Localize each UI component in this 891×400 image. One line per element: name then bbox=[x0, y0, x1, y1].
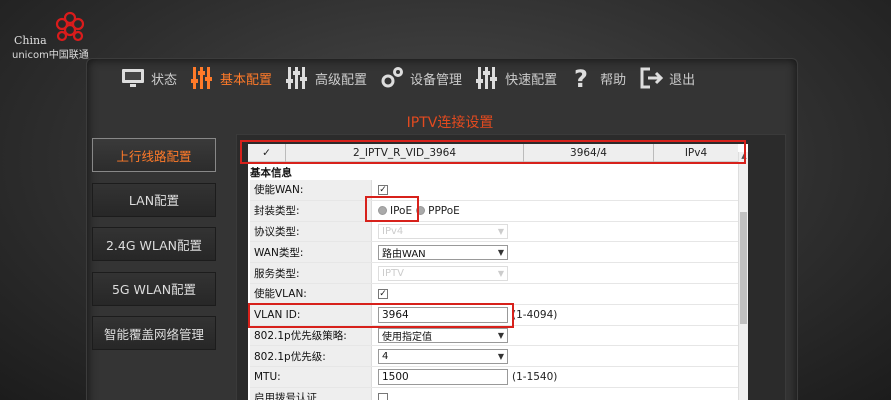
nav-help-label: 帮助 bbox=[600, 72, 627, 88]
gears-icon bbox=[381, 67, 404, 88]
enable-wan-label: 使能WAN: bbox=[250, 180, 372, 200]
service-type-select: IPTV ▼ bbox=[378, 265, 508, 281]
8021p-priority-label: 802.1p优先级: bbox=[250, 346, 372, 367]
service-type-value: IPTV bbox=[382, 267, 404, 279]
pppoe-radio[interactable] bbox=[416, 206, 426, 216]
chevron-down-icon: ▼ bbox=[497, 226, 504, 236]
row-enable-wan: 使能WAN: ✓ bbox=[250, 180, 738, 201]
wan-type-value: 路由WAN bbox=[382, 248, 426, 260]
svg-text:?: ? bbox=[574, 65, 588, 91]
sidebar-item-mesh[interactable]: 智能覆盖网络管理 bbox=[92, 316, 216, 350]
row-vlan-id: VLAN ID: 3964 (1-4094) bbox=[250, 304, 738, 326]
china-unicom-logo: China unicom中国联通 bbox=[12, 10, 112, 62]
protocol-label: 协议类型: bbox=[250, 221, 372, 242]
nav-logout-label: 退出 bbox=[669, 72, 696, 88]
mtu-input[interactable]: 1500 bbox=[378, 369, 508, 386]
monitor-icon bbox=[122, 69, 144, 87]
row-enable-vlan: 使能VLAN: ✓ bbox=[250, 283, 738, 305]
row-dial-auth: 启用拨号认证 bbox=[250, 387, 738, 400]
nav-advanced-config[interactable]: 高级配置 bbox=[284, 60, 367, 96]
nav-advanced-config-label: 高级配置 bbox=[315, 72, 368, 88]
chevron-down-icon: ▼ bbox=[497, 330, 504, 340]
nav-quick-config-label: 快速配置 bbox=[505, 72, 558, 88]
row-protocol: 协议类型: IPv4 ▼ bbox=[250, 221, 738, 243]
nav-basic-config[interactable]: 基本配置 bbox=[189, 60, 272, 96]
nav-logout[interactable]: 退出 bbox=[638, 60, 695, 96]
form-scrollbar[interactable]: ▲ bbox=[738, 152, 748, 400]
enable-vlan-label: 使能VLAN: bbox=[250, 283, 372, 304]
sidebar-item-lan[interactable]: LAN配置 bbox=[92, 182, 216, 217]
8021p-policy-value: 使用指定值 bbox=[382, 331, 432, 343]
8021p-policy-select[interactable]: 使用指定值 ▼ bbox=[378, 327, 508, 343]
sidebar-item-uplink[interactable]: 上行线路配置 bbox=[92, 138, 216, 172]
row-8021p-priority: 802.1p优先级: 4 ▼ bbox=[250, 346, 738, 368]
chevron-down-icon: ▼ bbox=[497, 247, 504, 257]
chevron-down-icon: ▼ bbox=[497, 351, 504, 361]
connection-row[interactable]: ✓ 2_IPTV_R_VID_3964 3964/4 IPv4 bbox=[248, 144, 738, 162]
wan-type-label: WAN类型: bbox=[250, 242, 372, 263]
connection-name: 2_IPTV_R_VID_3964 bbox=[286, 144, 524, 162]
section-title: 基本信息 bbox=[250, 167, 292, 179]
scroll-up-icon[interactable]: ▲ bbox=[739, 152, 749, 162]
connection-protocol: IPv4 bbox=[684, 147, 708, 159]
encap-label: 封装类型: bbox=[250, 200, 372, 221]
sidebar-item-wlan-24g[interactable]: 2.4G WLAN配置 bbox=[92, 227, 216, 261]
nav-device-management[interactable]: 设备管理 bbox=[379, 60, 462, 96]
nav-status[interactable]: 状态 bbox=[120, 60, 177, 96]
row-service-type: 服务类型: IPTV ▼ bbox=[250, 263, 738, 284]
nav-basic-config-label: 基本配置 bbox=[220, 72, 273, 88]
vlan-id-input[interactable]: 3964 bbox=[378, 306, 508, 323]
row-8021p-policy: 802.1p优先级策略: 使用指定值 ▼ bbox=[250, 325, 738, 347]
nav-status-label: 状态 bbox=[151, 72, 178, 88]
service-type-label: 服务类型: bbox=[250, 263, 372, 283]
sidebar-item-wlan-5g[interactable]: 5G WLAN配置 bbox=[92, 271, 216, 306]
8021p-policy-label: 802.1p优先级策略: bbox=[250, 325, 372, 346]
enable-wan-checkbox[interactable]: ✓ bbox=[378, 184, 388, 195]
connection-vlan: 3964/4 bbox=[524, 144, 654, 162]
sliders-icon bbox=[476, 67, 498, 89]
sidebar: 上行线路配置 LAN配置 2.4G WLAN配置 5G WLAN配置 智能覆盖网… bbox=[92, 138, 216, 361]
vlan-id-label: VLAN ID: bbox=[250, 304, 372, 325]
dial-auth-label: 启用拨号认证 bbox=[250, 387, 372, 400]
nav-help[interactable]: ? 帮助 bbox=[569, 60, 626, 96]
page-title: IPTV连接设置 bbox=[406, 115, 494, 131]
8021p-priority-value: 4 bbox=[382, 350, 389, 362]
exit-icon bbox=[640, 67, 664, 89]
8021p-priority-select[interactable]: 4 ▼ bbox=[378, 348, 508, 364]
connection-check[interactable]: ✓ bbox=[248, 144, 286, 162]
unicom-knot-icon bbox=[55, 11, 85, 42]
nav-device-management-label: 设备管理 bbox=[410, 72, 463, 88]
ipoe-label: IPoE bbox=[390, 204, 413, 217]
vlan-id-hint: (1-4094) bbox=[512, 308, 558, 321]
brand-line2: unicom中国联通 bbox=[12, 50, 89, 61]
nav-quick-config[interactable]: 快速配置 bbox=[474, 60, 557, 96]
row-encap: 封装类型: IPoE PPPoE bbox=[250, 200, 738, 222]
sliders-icon bbox=[286, 67, 308, 89]
enable-vlan-checkbox[interactable]: ✓ bbox=[378, 288, 388, 299]
wan-config-form: ✓ 2_IPTV_R_VID_3964 3964/4 IPv4 基本信息 使能W… bbox=[248, 144, 748, 400]
protocol-value: IPv4 bbox=[382, 225, 404, 237]
ipoe-radio[interactable] bbox=[378, 206, 387, 216]
scrollbar-thumb[interactable] bbox=[740, 212, 747, 324]
mtu-hint: (1-1540) bbox=[512, 371, 558, 384]
mtu-label: MTU: bbox=[250, 367, 372, 387]
pppoe-label: PPPoE bbox=[428, 204, 460, 217]
row-wan-type: WAN类型: 路由WAN ▼ bbox=[250, 242, 738, 264]
question-icon: ? bbox=[574, 65, 588, 91]
protocol-select: IPv4 ▼ bbox=[378, 223, 508, 239]
form-table: 使能WAN: ✓ 封装类型: IPoE PPPoE 协议类型: IPv4 ▼ WA… bbox=[250, 180, 738, 400]
sliders-icon bbox=[191, 67, 213, 89]
row-mtu: MTU: 1500 (1-1540) bbox=[250, 367, 738, 388]
wan-type-select[interactable]: 路由WAN ▼ bbox=[378, 244, 508, 260]
dial-auth-checkbox[interactable] bbox=[378, 392, 388, 400]
top-nav: 状态 基本配置 高级配置 设备管理 快速配置 ? 帮助 退出 bbox=[120, 60, 707, 96]
chevron-down-icon: ▼ bbox=[497, 268, 504, 278]
